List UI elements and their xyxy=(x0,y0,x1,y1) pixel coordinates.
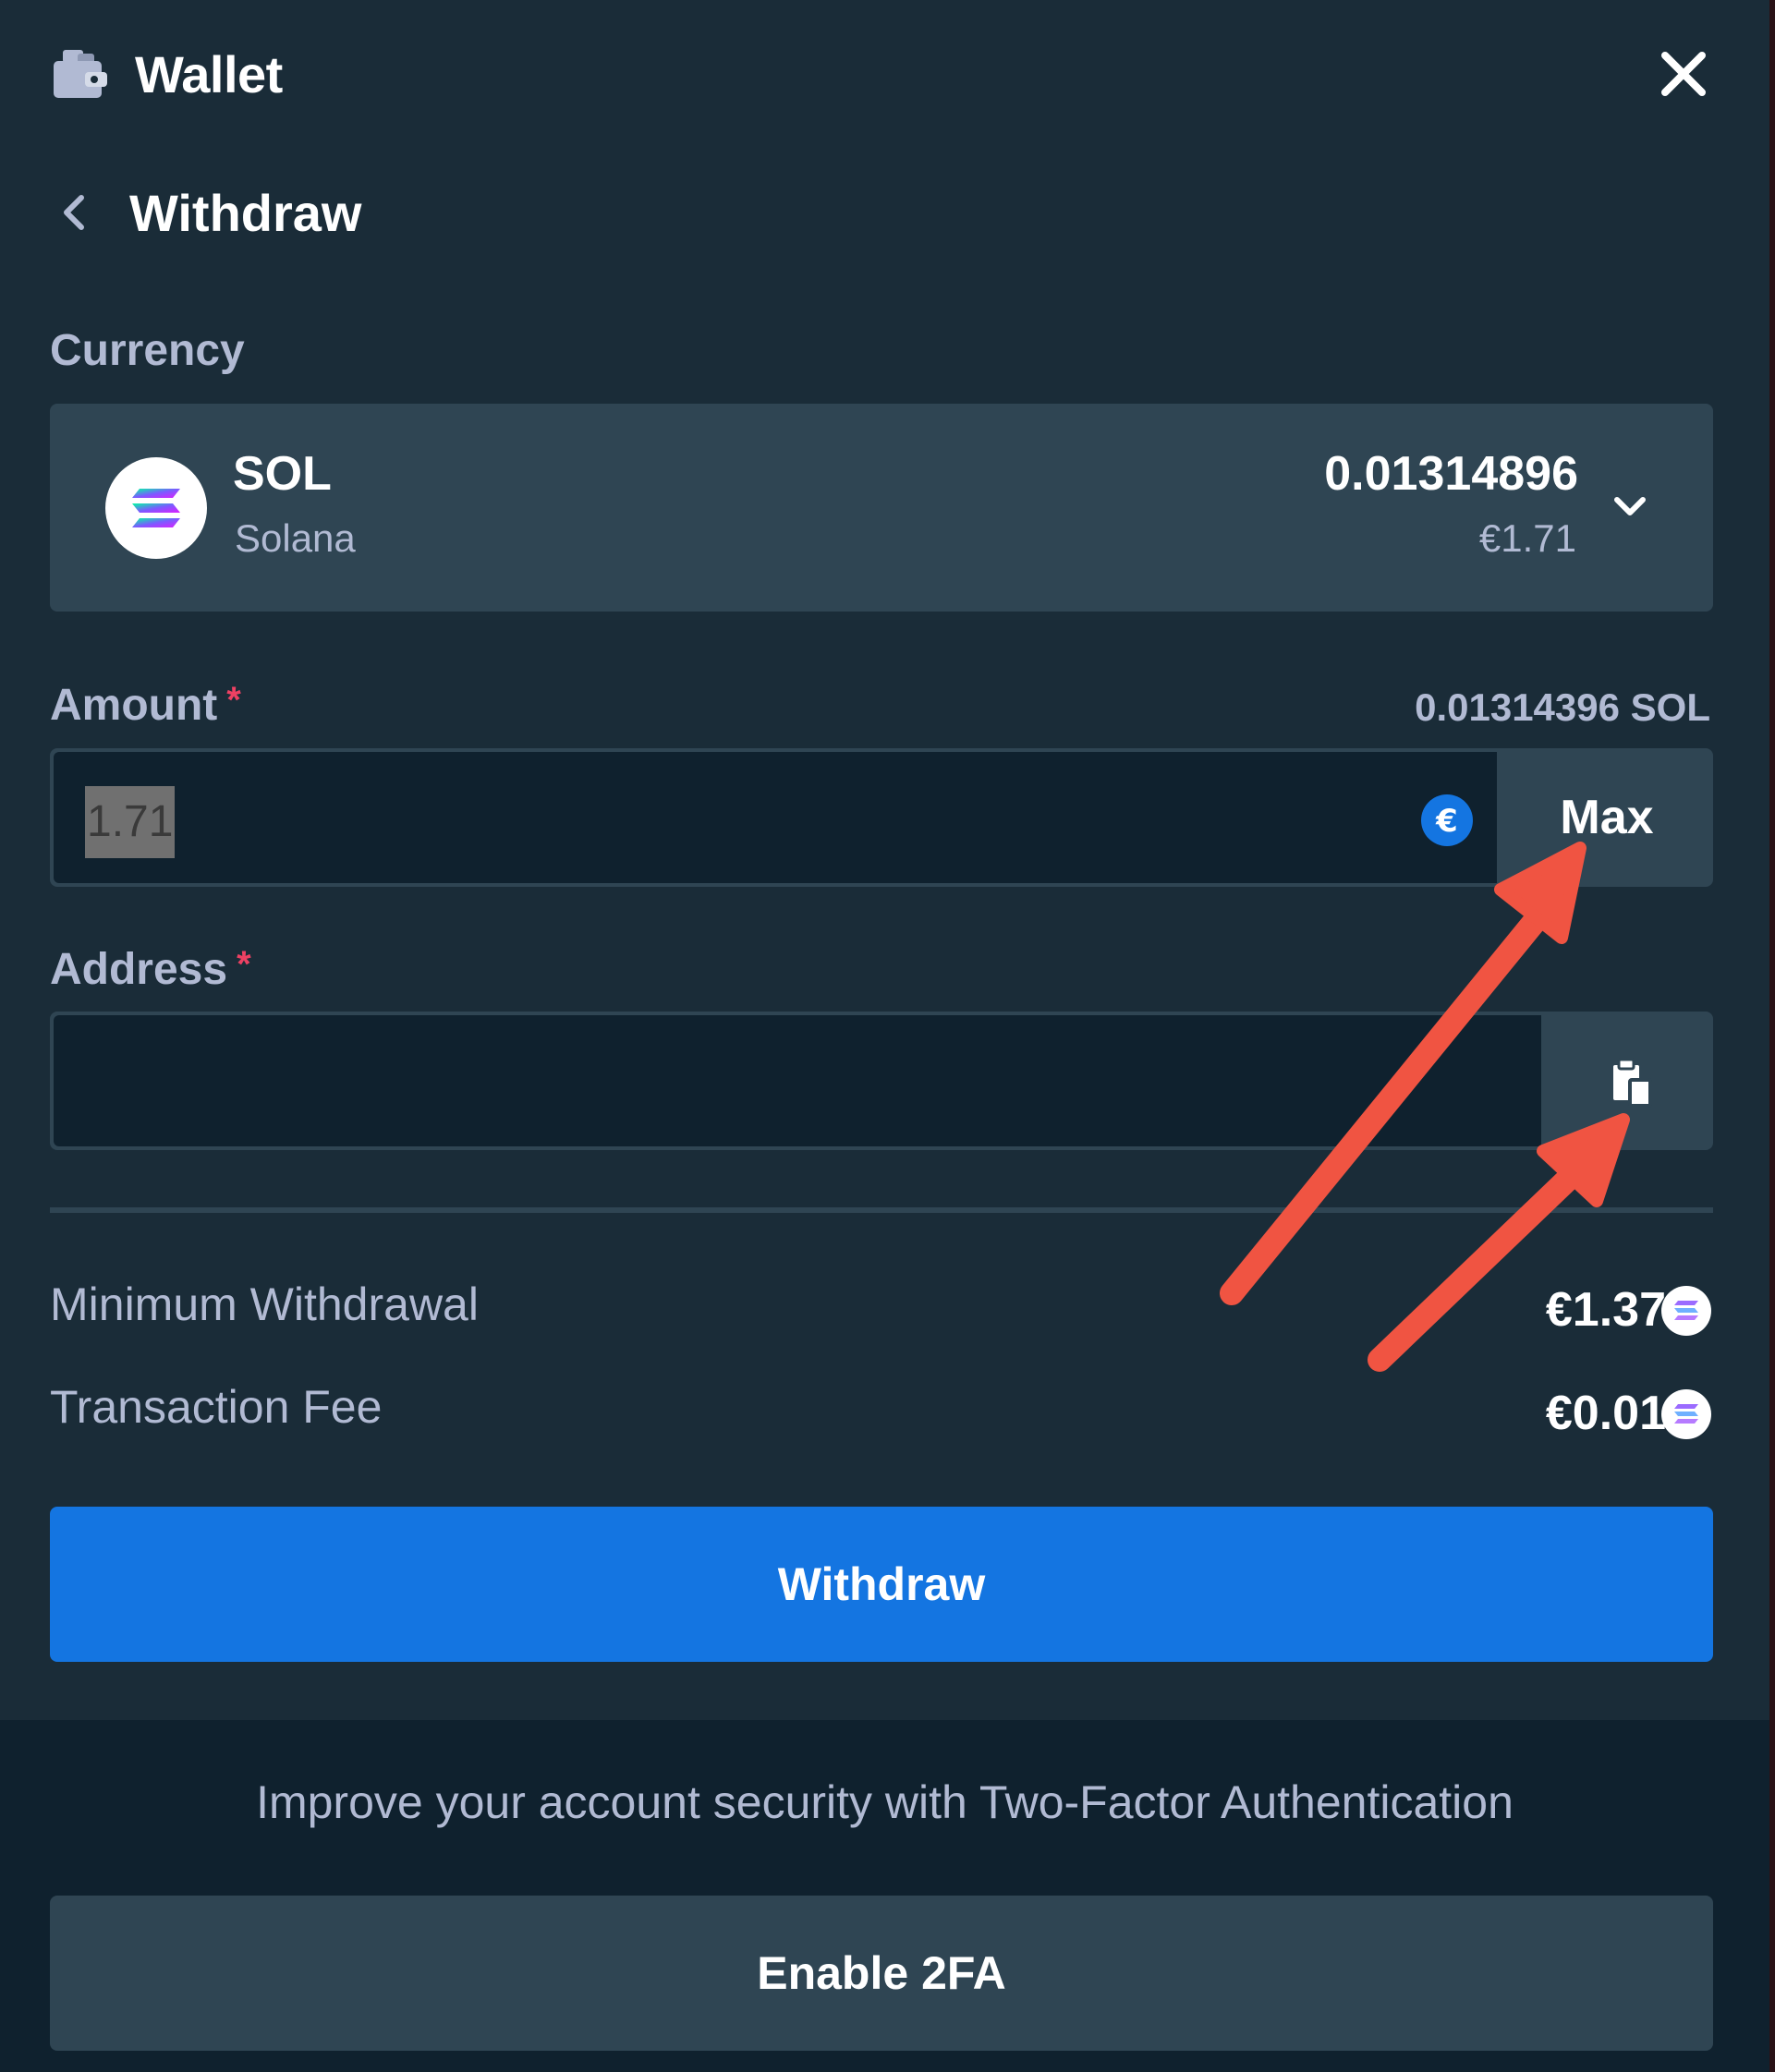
address-required-mark: * xyxy=(237,944,251,985)
enable-2fa-button[interactable]: Enable 2FA xyxy=(50,1896,1713,2051)
solana-icon xyxy=(1661,1286,1711,1336)
available-balance: 0.01314396 SOL xyxy=(1415,685,1710,729)
wallet-header: Wallet xyxy=(50,37,283,111)
max-button[interactable]: Max xyxy=(1501,748,1713,887)
amount-input-value: 1.71 xyxy=(85,786,176,858)
transaction-fee-value: €0.01 xyxy=(1545,1387,1666,1440)
wallet-icon xyxy=(54,50,107,98)
right-edge xyxy=(1769,0,1775,2072)
svg-text:€: € xyxy=(1435,803,1458,840)
min-withdrawal-value: €1.37 xyxy=(1545,1283,1666,1337)
transaction-fee-label: Transaction Fee xyxy=(50,1381,383,1433)
amount-input[interactable]: 1.71 € xyxy=(54,752,1497,883)
withdraw-button[interactable]: Withdraw xyxy=(50,1507,1713,1662)
amount-input-group: 1.71 € Max xyxy=(50,748,1713,887)
security-footer: Improve your account security with Two-F… xyxy=(0,1720,1769,2072)
address-label-text: Address xyxy=(50,945,228,994)
clipboard-icon xyxy=(1613,1058,1652,1108)
amount-required-mark: * xyxy=(226,680,241,721)
currency-fiat-value: €1.71 xyxy=(1478,516,1576,560)
close-icon[interactable] xyxy=(1654,44,1713,103)
solana-icon xyxy=(1661,1389,1711,1439)
address-label: Address * xyxy=(50,944,251,995)
withdraw-title: Withdraw xyxy=(129,183,362,242)
address-input[interactable] xyxy=(54,1015,1541,1146)
section-divider xyxy=(50,1207,1713,1213)
address-input-group xyxy=(50,1012,1713,1150)
paste-button[interactable] xyxy=(1549,1012,1713,1150)
currency-name: Solana xyxy=(235,516,356,560)
amount-label: Amount * xyxy=(50,680,241,731)
amount-label-text: Amount xyxy=(50,681,218,730)
currency-code: SOL xyxy=(233,447,332,501)
chevron-down-icon xyxy=(1614,497,1646,515)
currency-selector[interactable]: SOL Solana 0.01314896 €1.71 xyxy=(50,404,1713,612)
min-withdrawal-label: Minimum Withdrawal xyxy=(50,1278,479,1330)
wallet-title: Wallet xyxy=(135,44,283,103)
wallet-panel: Wallet Withdraw Currency SOL Solana 0.01… xyxy=(0,0,1775,2072)
withdraw-nav: Withdraw xyxy=(52,176,361,249)
currency-balance: 0.01314896 xyxy=(1324,447,1578,501)
euro-icon: € xyxy=(1421,794,1473,846)
currency-label: Currency xyxy=(50,326,245,375)
solana-icon xyxy=(105,457,207,559)
chevron-left-icon[interactable] xyxy=(52,187,96,238)
two-factor-prompt: Improve your account security with Two-F… xyxy=(256,1776,1514,1828)
